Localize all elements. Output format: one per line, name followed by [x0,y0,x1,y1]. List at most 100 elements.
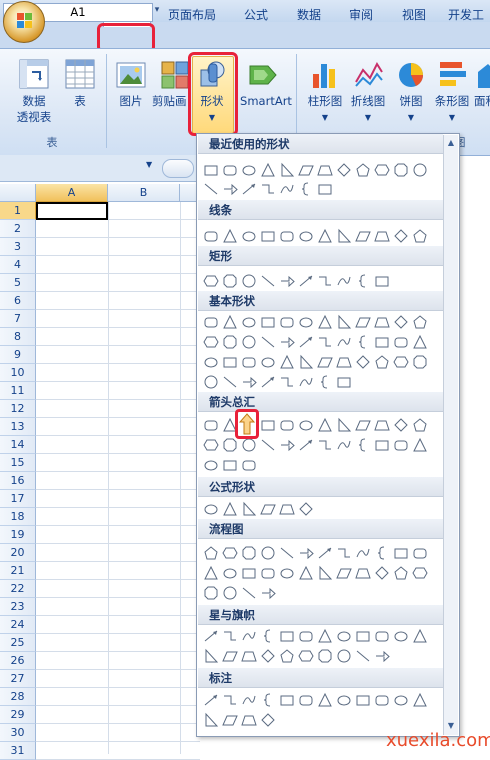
shape-icon[interactable] [222,648,238,664]
tab-review[interactable]: 审阅 [340,4,382,26]
shape-icon[interactable] [355,628,371,644]
shape-icon[interactable] [412,162,428,178]
shape-icon[interactable] [260,545,276,561]
shape-icon[interactable] [203,162,219,178]
shape-icon[interactable] [279,314,295,330]
shape-icon[interactable] [317,648,333,664]
row-header[interactable]: 31 [0,742,36,760]
shape-icon[interactable] [298,314,314,330]
shape-icon[interactable] [222,437,238,453]
shape-icon[interactable] [374,228,390,244]
pie-chart-button[interactable] [396,58,426,90]
shape-icon[interactable] [374,545,390,561]
row-header[interactable]: 1 [0,202,36,220]
shape-icon[interactable] [374,628,390,644]
shape-icon[interactable] [241,501,257,517]
shape-icon[interactable] [279,692,295,708]
line-chart-button[interactable] [354,58,384,90]
shape-icon[interactable] [412,417,428,433]
row-header[interactable]: 8 [0,328,36,346]
shape-icon[interactable] [279,565,295,581]
shape-icon[interactable] [298,334,314,350]
shape-icon[interactable] [241,314,257,330]
row-header[interactable]: 22 [0,580,36,598]
shape-icon[interactable] [412,692,428,708]
row-header[interactable]: 23 [0,598,36,616]
shape-icon[interactable] [241,692,257,708]
shape-icon[interactable] [298,628,314,644]
shape-icon[interactable] [298,648,314,664]
shape-icon[interactable] [222,374,238,390]
shape-icon[interactable] [336,648,352,664]
shape-icon[interactable] [279,437,295,453]
shape-icon[interactable] [355,314,371,330]
shape-icon[interactable] [355,334,371,350]
shape-icon[interactable] [317,565,333,581]
row-header[interactable]: 11 [0,382,36,400]
shape-icon[interactable] [222,712,238,728]
shape-icon[interactable] [203,417,219,433]
shape-icon[interactable] [279,181,295,197]
shape-icon[interactable] [355,565,371,581]
shape-icon[interactable] [279,374,295,390]
shape-icon[interactable] [336,334,352,350]
shape-icon[interactable] [260,501,276,517]
table-button[interactable] [64,58,96,90]
shape-icon[interactable] [393,437,409,453]
shape-icon[interactable] [317,181,333,197]
shape-icon[interactable] [222,334,238,350]
shape-icon[interactable] [241,585,257,601]
shape-icon[interactable] [298,162,314,178]
shape-icon[interactable] [317,354,333,370]
tab-developer[interactable]: 开发工 [448,4,490,26]
row-header[interactable]: 21 [0,562,36,580]
shape-icon[interactable] [203,273,219,289]
row-header[interactable]: 25 [0,634,36,652]
shape-icon[interactable] [374,314,390,330]
shape-icon[interactable] [298,501,314,517]
shape-icon[interactable] [203,228,219,244]
shape-icon[interactable] [393,565,409,581]
shape-icon[interactable] [203,334,219,350]
shape-icon[interactable] [393,417,409,433]
shape-icon[interactable] [298,354,314,370]
shape-icon[interactable] [298,417,314,433]
shape-icon[interactable] [203,628,219,644]
shape-icon[interactable] [393,692,409,708]
shape-icon[interactable] [203,712,219,728]
shape-icon[interactable] [412,354,428,370]
shape-icon[interactable] [412,334,428,350]
row-header[interactable]: 10 [0,364,36,382]
shape-icon[interactable] [241,648,257,664]
shape-icon[interactable] [317,628,333,644]
shape-icon[interactable] [222,273,238,289]
column-chart-button[interactable] [310,58,340,90]
shape-icon[interactable] [241,712,257,728]
shape-icon[interactable] [203,648,219,664]
office-button[interactable] [3,1,45,43]
shape-icon[interactable] [260,228,276,244]
scroll-up-icon[interactable]: ▲ [445,137,457,149]
shape-icon[interactable] [279,501,295,517]
row-header[interactable]: 7 [0,310,36,328]
shape-icon[interactable] [336,162,352,178]
shape-icon[interactable] [317,273,333,289]
shape-icon[interactable] [279,162,295,178]
shape-icon[interactable] [260,628,276,644]
pivot-table-button[interactable] [18,58,50,90]
shape-icon[interactable] [260,565,276,581]
shape-icon[interactable] [298,374,314,390]
shape-icon[interactable] [203,501,219,517]
shape-icon[interactable] [412,437,428,453]
shape-icon[interactable] [355,648,371,664]
shape-icon[interactable] [222,628,238,644]
shape-icon[interactable] [336,692,352,708]
name-box-dropdown-icon[interactable]: ▼ [146,160,152,169]
shape-icon[interactable] [241,228,257,244]
row-header[interactable]: 18 [0,508,36,526]
row-header[interactable]: 28 [0,688,36,706]
shape-icon[interactable] [336,354,352,370]
area-chart-button[interactable] [478,58,490,90]
shape-icon[interactable] [393,545,409,561]
shape-icon[interactable] [336,228,352,244]
